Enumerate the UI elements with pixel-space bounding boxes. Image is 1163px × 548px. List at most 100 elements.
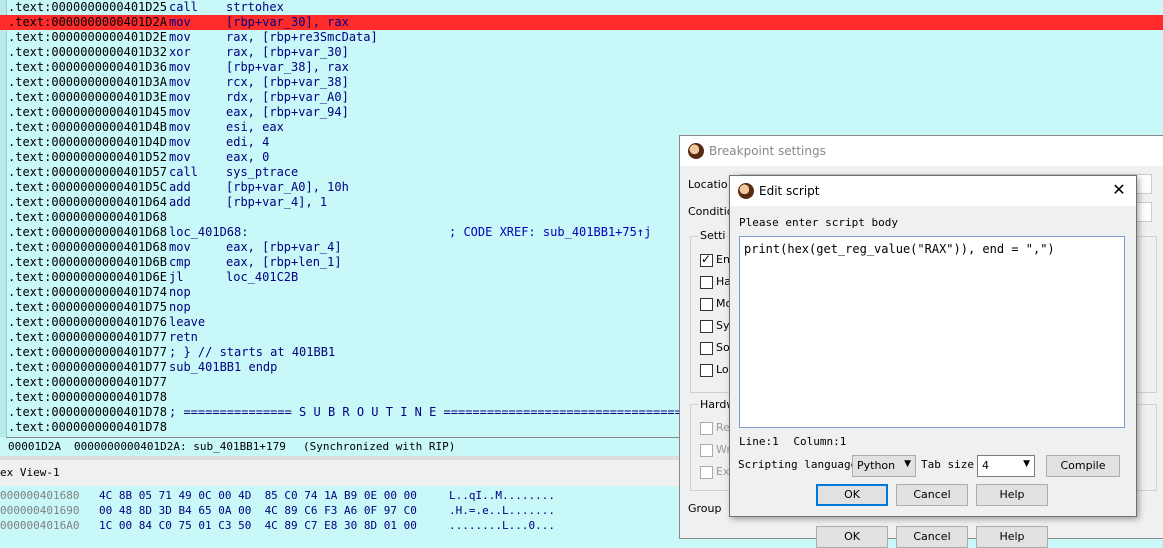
hex-addr: 000000401690	[0, 504, 80, 517]
disasm-mn: call	[169, 165, 198, 179]
option-checkbox[interactable]	[700, 320, 713, 333]
hex-view-title: ex View-1	[0, 466, 60, 479]
ok-button[interactable]: OK	[816, 484, 888, 506]
disasm-addr: .text:0000000000401D45	[8, 105, 167, 119]
help-button[interactable]: Help	[976, 484, 1048, 506]
disasm-ops: [rbp+var_4], 1	[226, 195, 328, 209]
option-label: So	[716, 341, 730, 354]
hex-ascii: ........L...0...	[449, 519, 555, 532]
disasm-mn: xor	[169, 45, 191, 59]
option-checkbox[interactable]	[700, 364, 713, 377]
hex-addr: 0000004016A0	[0, 519, 80, 532]
scripting-language-select[interactable]: Python ▼	[852, 455, 916, 477]
disasm-ops: esi, eax	[226, 120, 284, 134]
tab-size-combo[interactable]: 4 ▼	[977, 455, 1035, 477]
disasm-addr: .text:0000000000401D25	[8, 0, 167, 14]
disasm-mn: nop	[169, 285, 191, 299]
chevron-down-icon: ▼	[904, 459, 911, 469]
disasm-mn: cmp	[169, 255, 191, 269]
disasm-mn: ; } // starts at 401BB1	[169, 345, 336, 359]
disasm-ops: [rbp+var_30], rax	[226, 15, 349, 29]
arrows-gutter	[0, 0, 7, 437]
disasm-addr: .text:0000000000401D4B	[8, 120, 167, 134]
disasm-addr: .text:0000000000401D3E	[8, 90, 167, 104]
disasm-addr: .text:0000000000401D78	[8, 420, 167, 434]
status-sync: (Synchronized with RIP)	[303, 440, 456, 453]
status-location: 0000000000401D2A: sub_401BB1+179	[74, 440, 286, 453]
disasm-mn: mov	[169, 120, 191, 134]
scripting-language-label: Scripting language	[738, 458, 858, 471]
option-checkbox[interactable]	[700, 298, 713, 311]
disasm-addr: .text:0000000000401D77	[8, 360, 167, 374]
close-icon[interactable]: ✕	[1110, 181, 1128, 199]
disasm-addr: .text:0000000000401D78	[8, 405, 167, 419]
disasm-addr: .text:0000000000401D77	[8, 375, 167, 389]
disasm-mn: mov	[169, 135, 191, 149]
edit-script-title-bar: Edit script ✕	[730, 176, 1136, 206]
disasm-addr: .text:0000000000401D68	[8, 240, 167, 254]
disasm-addr: .text:0000000000401D6B	[8, 255, 167, 269]
disasm-mn: retn	[169, 330, 198, 344]
disasm-addr: .text:0000000000401D6E	[8, 270, 167, 284]
tab-size-label: Tab size	[921, 458, 974, 471]
disasm-mn: mov	[169, 60, 191, 74]
disasm-ops: eax, [rbp+var_4]	[226, 240, 342, 254]
disasm-mn: add	[169, 195, 191, 209]
disasm-mn: loc_401D68:	[169, 225, 249, 239]
scripting-language-value: Python	[857, 459, 896, 472]
disasm-ops: sys_ptrace	[226, 165, 299, 179]
disasm-ops: strtohex	[226, 0, 284, 14]
breakpoint-help-button[interactable]: Help	[976, 526, 1048, 548]
disasm-ops: eax, 0	[226, 150, 270, 164]
disasm-addr: .text:0000000000401D52	[8, 150, 167, 164]
disasm-mn: mov	[169, 105, 191, 119]
disasm-mn: leave	[169, 315, 206, 329]
option-label: Re	[716, 421, 730, 434]
disasm-ops: eax, [rbp+var_94]	[226, 105, 349, 119]
disasm-ops: [rbp+var_A0], 10h	[226, 180, 349, 194]
disasm-ops: edi, 4	[226, 135, 270, 149]
option-label: En	[716, 253, 730, 266]
disasm-addr: .text:0000000000401D75	[8, 300, 167, 314]
breakpoint-ok-button[interactable]: OK	[816, 526, 888, 548]
disasm-mn: mov	[169, 15, 191, 29]
disasm-addr: .text:0000000000401D3A	[8, 75, 167, 89]
breakpoint-cancel-button[interactable]: Cancel	[896, 526, 968, 548]
disasm-mn: mov	[169, 90, 191, 104]
disasm-addr: .text:0000000000401D36	[8, 60, 167, 74]
script-body-editor[interactable]: print(hex(get_reg_value("RAX")), end = "…	[739, 236, 1125, 428]
disasm-addr: .text:0000000000401D57	[8, 165, 167, 179]
script-text: print(hex(get_reg_value("RAX")), end = "…	[744, 242, 1055, 256]
disasm-addr: .text:0000000000401D64	[8, 195, 167, 209]
edit-script-title: Edit script	[759, 184, 820, 198]
disasm-mn: mov	[169, 30, 191, 44]
hex-bytes: 1C 00 84 C0 75 01 C3 50 4C 89 C7 E8 30 8…	[99, 519, 417, 532]
option-checkbox	[700, 466, 713, 479]
disasm-cmt: ; CODE XREF: sub_401BB1+75↑j	[449, 225, 652, 239]
disasm-ops: rdx, [rbp+var_A0]	[226, 90, 349, 104]
disasm-mn: nop	[169, 300, 191, 314]
option-checkbox[interactable]: ✓	[700, 252, 713, 267]
option-label: Lo	[716, 363, 729, 376]
disasm-mn: call	[169, 0, 198, 14]
disasm-line[interactable]: .text:0000000000401D2A mov [rbp+var_30], r…	[0, 15, 1163, 30]
option-checkbox[interactable]	[700, 276, 713, 289]
disasm-ops: [rbp+var_38], rax	[226, 60, 349, 74]
disasm-mn: mov	[169, 150, 191, 164]
disasm-mn: mov	[169, 75, 191, 89]
disasm-addr: .text:0000000000401D76	[8, 315, 167, 329]
option-label: Sy	[716, 319, 730, 332]
disasm-addr: .text:0000000000401D68	[8, 210, 167, 224]
hex-bytes: 4C 8B 05 71 49 0C 00 4D 85 C0 74 1A B9 0…	[99, 489, 417, 502]
option-checkbox	[700, 422, 713, 435]
hex-ascii: .H.=.e..L.......	[449, 504, 555, 517]
disasm-mn: mov	[169, 240, 191, 254]
option-checkbox[interactable]	[700, 342, 713, 355]
hex-bytes: 00 48 8D 3D B4 65 0A 00 4C 89 C6 F3 A6 0…	[99, 504, 417, 517]
disasm-addr: .text:0000000000401D2E	[8, 30, 167, 44]
check-icon: ✓	[701, 252, 712, 266]
cancel-button[interactable]: Cancel	[896, 484, 968, 506]
status-offset: 00001D2A	[8, 440, 61, 453]
group-label: Group	[688, 502, 722, 515]
compile-button[interactable]: Compile	[1046, 455, 1120, 477]
